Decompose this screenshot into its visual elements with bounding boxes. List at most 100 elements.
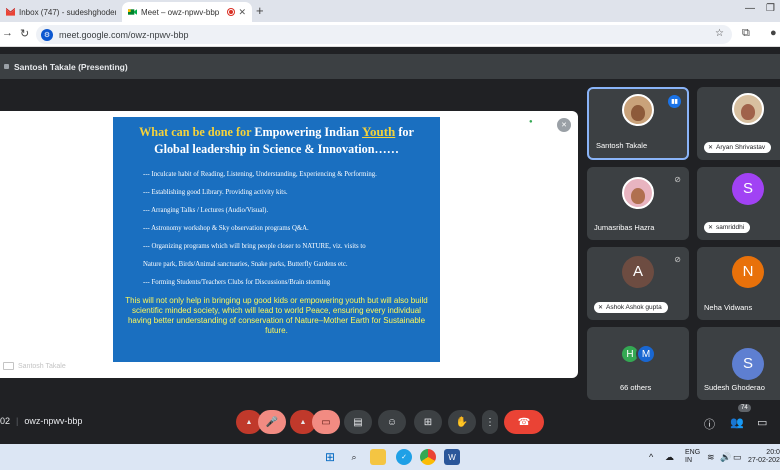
people-icon[interactable]: 👥 bbox=[730, 416, 744, 429]
participant-name: Aryan Shrivastav bbox=[716, 144, 766, 151]
participant-tile[interactable]: ▮▮ Santosh Takale bbox=[587, 87, 689, 160]
chrome-icon[interactable] bbox=[420, 449, 436, 465]
tab-meet[interactable]: Meet – owz-npwv-bbp ✕ bbox=[122, 2, 252, 22]
volume-icon[interactable]: 🔊 bbox=[720, 452, 731, 463]
browser-toolbar: → ↻ ⚙ meet.google.com/owz-npwv-bbp ☆ ⧉ ● bbox=[0, 22, 780, 47]
close-tab-icon[interactable]: ✕ bbox=[238, 7, 246, 18]
participant-name: Ashok Ashok gupta bbox=[606, 304, 662, 311]
slide-bullet: Nature park, Birds/Animal sanctuaries, S… bbox=[143, 261, 348, 268]
meeting-code: owz-npwv-bbp bbox=[24, 416, 83, 426]
bookmark-star-icon[interactable]: ☆ bbox=[715, 28, 724, 39]
participant-tile[interactable]: ✕ Aryan Shrivastav bbox=[697, 87, 780, 160]
presenting-label: Santosh Takale (Presenting) bbox=[14, 61, 128, 72]
slide-title-youth: Youth bbox=[362, 124, 396, 139]
word-icon[interactable]: W bbox=[444, 449, 460, 465]
slide: What can be done for Empowering Indian Y… bbox=[113, 117, 440, 362]
mic-off-icon: ⊘ bbox=[674, 175, 681, 184]
wifi-icon[interactable]: ≋ bbox=[707, 452, 715, 463]
participant-name-pill: ✕ Ashok Ashok gupta bbox=[594, 302, 668, 313]
others-count: 66 others bbox=[620, 383, 652, 392]
language-code: ENG bbox=[685, 449, 701, 456]
avatar: N bbox=[732, 255, 764, 288]
others-tile[interactable]: H M 66 others bbox=[587, 327, 689, 400]
chat-app-icon[interactable]: ✓ bbox=[396, 449, 412, 465]
url-text: meet.google.com/owz-npwv-bbp bbox=[59, 29, 189, 40]
onedrive-icon[interactable]: ☁ bbox=[665, 452, 674, 463]
stage-presenter-label: Santosh Takale bbox=[3, 362, 66, 370]
participant-tile[interactable]: N Neha Vidwans bbox=[697, 247, 780, 320]
tray-overflow-icon[interactable]: ^ bbox=[649, 452, 653, 462]
present-screen-button[interactable]: ⊞ bbox=[414, 410, 442, 434]
site-info-icon[interactable]: ⚙ bbox=[41, 28, 53, 41]
captions-button[interactable]: ▤ bbox=[344, 410, 372, 434]
address-bar[interactable]: ⚙ meet.google.com/owz-npwv-bbp ☆ bbox=[36, 25, 732, 44]
leave-call-button[interactable]: ☎ bbox=[504, 410, 544, 434]
presentation-stage[interactable]: What can be done for Empowering Indian Y… bbox=[0, 111, 578, 378]
meeting-details-icon[interactable]: ⓘ bbox=[704, 416, 715, 432]
raise-hand-button[interactable]: ✋ bbox=[448, 410, 476, 434]
slide-title-prefix: What can be done for bbox=[139, 125, 252, 139]
gmail-icon bbox=[6, 8, 15, 16]
speaking-indicator-icon: ▮▮ bbox=[668, 95, 681, 108]
tab-title: Meet – owz-npwv-bbp bbox=[141, 7, 220, 17]
reload-icon[interactable]: ↻ bbox=[20, 27, 29, 40]
camera-off-button[interactable]: ▭ bbox=[312, 410, 340, 434]
slide-bullets: --- Inculcate habit of Reading, Listenin… bbox=[125, 170, 428, 287]
participant-tile[interactable]: S Sudesh Ghoderao bbox=[697, 327, 780, 400]
slide-bullet: --- Arranging Talks / Lectures (Audio/Vi… bbox=[143, 207, 269, 214]
region-code: IN bbox=[685, 457, 692, 464]
tab-title: Inbox (747) - sudeshghoderao@ bbox=[19, 7, 116, 17]
pointer-dot-icon: ● bbox=[529, 119, 533, 125]
mic-off-icon: ⊘ bbox=[674, 255, 681, 264]
avatar: S bbox=[732, 347, 764, 380]
mic-off-button[interactable]: 🎤 bbox=[258, 410, 286, 434]
extensions-icon[interactable]: ⧉ bbox=[742, 27, 750, 40]
participant-tile[interactable]: A ⊘ ✕ Ashok Ashok gupta bbox=[587, 247, 689, 320]
new-tab-button[interactable]: + bbox=[256, 3, 264, 18]
slide-footer: This will not only help in bringing up g… bbox=[125, 296, 428, 335]
language-indicator[interactable]: ENG IN bbox=[685, 449, 700, 465]
tab-inbox[interactable]: Inbox (747) - sudeshghoderao@ bbox=[0, 2, 122, 22]
profile-icon[interactable]: ● bbox=[770, 27, 777, 39]
slide-title-suffix: for bbox=[398, 125, 414, 139]
emoji-reactions-button[interactable]: ☺ bbox=[378, 410, 406, 434]
meeting-controls: 02 | owz-npwv-bbp ▲ 🎤 ▲ ▭ ▤ ☺ ⊞ ✋ ⋮ ☎ ⓘ 👥 … bbox=[0, 402, 780, 442]
others-avatars: H M bbox=[620, 344, 656, 364]
participant-tile[interactable]: S ✕ samriddhi bbox=[697, 167, 780, 240]
slide-title-main: Empowering Indian bbox=[254, 125, 359, 139]
battery-icon[interactable]: ▭ bbox=[733, 452, 742, 463]
search-icon[interactable]: ⌕ bbox=[346, 449, 362, 465]
more-options-icon[interactable]: ⋮ bbox=[482, 410, 498, 434]
participant-name: samriddhi bbox=[716, 224, 745, 231]
participant-name: Sudesh Ghoderao bbox=[704, 383, 765, 392]
participant-name: Neha Vidwans bbox=[704, 303, 753, 312]
chat-icon[interactable]: ▭ bbox=[757, 416, 767, 429]
slide-bullet: --- Inculcate habit of Reading, Listenin… bbox=[143, 171, 377, 178]
minimize-icon[interactable]: — bbox=[745, 3, 755, 14]
mic-off-icon: ✕ bbox=[708, 145, 714, 151]
avatar: M bbox=[636, 344, 656, 364]
avatar bbox=[732, 92, 764, 125]
avatar: A bbox=[622, 255, 654, 288]
avatar: S bbox=[732, 172, 764, 205]
windows-start-icon[interactable]: ⊞ bbox=[322, 449, 338, 465]
browser-tab-strip: Inbox (747) - sudeshghoderao@ Meet – owz… bbox=[0, 0, 780, 22]
participant-tile[interactable]: ⊘ Jumasribas Hazra bbox=[587, 167, 689, 240]
forward-icon[interactable]: → bbox=[2, 27, 13, 39]
maximize-icon[interactable]: ❐ bbox=[766, 3, 775, 14]
presentation-icon bbox=[4, 64, 9, 69]
file-explorer-icon[interactable] bbox=[370, 449, 386, 465]
participant-name-pill: ✕ Aryan Shrivastav bbox=[704, 142, 772, 153]
recording-icon bbox=[228, 9, 235, 15]
clock-time: 20:0 bbox=[766, 449, 780, 456]
meeting-info: 02 | owz-npwv-bbp bbox=[0, 416, 83, 426]
avatar bbox=[622, 93, 654, 126]
clock[interactable]: 20:0 27-02-202 bbox=[748, 449, 780, 465]
avatar bbox=[622, 177, 654, 210]
mic-off-icon: ✕ bbox=[598, 305, 604, 311]
slide-bullet: --- Establishing good Library. Providing… bbox=[143, 189, 288, 196]
os-taskbar: ⊞ ⌕ ✓ W ^ ☁ ENG IN ≋ 🔊 ▭ 20:0 27-02-202 bbox=[0, 444, 780, 470]
screen-share-icon bbox=[3, 362, 14, 370]
slide-title-line2: Global leadership in Science & Innovatio… bbox=[154, 142, 399, 156]
meeting-time: 02 bbox=[0, 416, 11, 426]
